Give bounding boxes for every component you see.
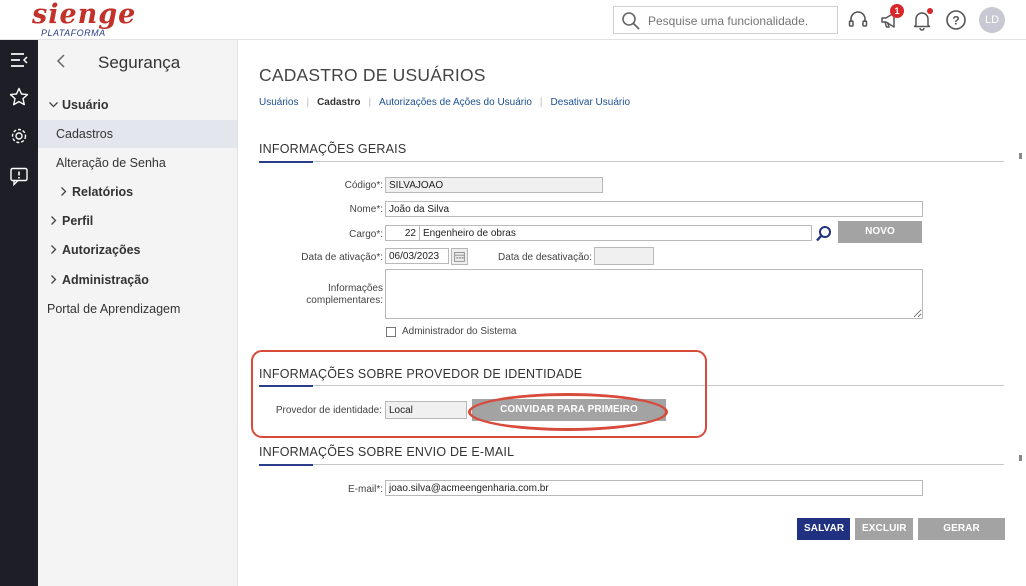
crumb-separator: | (539, 97, 543, 108)
sidebar-item-label: Usuário (62, 98, 109, 112)
sidebar-item-usuario[interactable]: Usuário (48, 94, 109, 116)
back-chevron-icon[interactable] (54, 52, 68, 70)
crumb-separator: | (368, 97, 372, 108)
sidebar-item-label: Perfil (62, 214, 94, 228)
ativacao-label: Data de ativação*: (301, 252, 383, 263)
sidebar-item-relatorios[interactable]: Relatórios (58, 181, 133, 203)
highlight-oval (468, 393, 668, 431)
info-label-line-1: Informações (327, 283, 383, 294)
info-label-line-2: complementares: (306, 295, 383, 306)
crumb-separator: | (306, 97, 310, 108)
email-field[interactable] (385, 480, 923, 496)
cargo-code-field[interactable] (385, 225, 420, 241)
chevron-right-icon (51, 245, 57, 254)
help-icon[interactable]: ? (944, 8, 968, 32)
info-complementares-textarea[interactable] (385, 269, 923, 319)
sidebar-item-label: Portal de Aprendizagem (47, 302, 181, 316)
section-divider (259, 464, 1004, 466)
gear-icon[interactable] (9, 126, 29, 146)
desativacao-label: Data de desativação: (498, 252, 592, 263)
tab-desativar-usuario[interactable]: Desativar Usuário (551, 97, 630, 108)
bell-dot (927, 8, 933, 14)
admin-checkbox[interactable] (386, 327, 396, 337)
user-avatar[interactable]: LD (979, 7, 1005, 33)
sienge-logo[interactable]: sienge PLATAFORMA (32, 0, 135, 38)
page-title: CADASTRO DE USUÁRIOS (259, 65, 486, 85)
nome-field[interactable] (385, 201, 923, 217)
top-bar: sienge PLATAFORMA 1 ? LD (0, 0, 1026, 40)
ativacao-field[interactable] (385, 248, 449, 264)
tab-usuarios[interactable]: Usuários (259, 97, 298, 108)
sidebar-item-administracao[interactable]: Administração (48, 269, 149, 291)
search-box[interactable] (613, 6, 838, 34)
tab-cadastro[interactable]: Cadastro (317, 97, 360, 108)
headset-icon[interactable] (846, 8, 870, 32)
logo-text: sienge (32, 0, 137, 30)
tab-autorizacoes-acoes[interactable]: Autorizações de Ações do Usuário (379, 97, 532, 108)
icon-rail (0, 40, 38, 586)
sidebar-item-label: Relatórios (72, 185, 134, 199)
sidebar-item-alteracao-senha[interactable]: Alteração de Senha (56, 152, 166, 174)
sidebar-item-cadastros[interactable]: Cadastros (56, 123, 113, 145)
notification-badge: 1 (890, 4, 904, 18)
star-icon[interactable] (9, 87, 29, 107)
chevron-right-icon (51, 275, 57, 284)
email-label: E-mail*: (347, 484, 383, 495)
chevron-right-icon (61, 187, 67, 196)
sidebar-item-label: Alteração de Senha (56, 156, 166, 170)
nome-label: Nome*: (349, 204, 383, 215)
section-divider (259, 161, 1004, 163)
search-input[interactable] (648, 12, 833, 30)
breadcrumb: Usuários | Cadastro | Autorizações de Ações … (259, 97, 630, 108)
chevron-right-icon (51, 216, 57, 225)
codigo-label: Código*: (344, 180, 383, 191)
sidebar: Segurança Usuário Cadastros Alteração de… (38, 40, 238, 586)
novo-cargo-button[interactable]: NOVO CARGO (838, 221, 922, 259)
admin-label: Administrador do Sistema (402, 326, 517, 337)
generate-password-button[interactable]: GERAR SENHA (918, 518, 1005, 556)
cargo-name-field[interactable] (419, 225, 812, 241)
section-title-email: INFORMAÇÕES SOBRE ENVIO DE E-MAIL (259, 445, 515, 459)
chevron-down-icon (49, 102, 58, 108)
scroll-marker (1019, 455, 1022, 461)
scroll-marker (1019, 153, 1022, 159)
desativacao-field[interactable] (594, 247, 654, 265)
cargo-label: Cargo*: (349, 229, 383, 240)
sidebar-item-label: Autorizações (62, 243, 141, 257)
menu-collapse-icon[interactable] (9, 50, 29, 70)
sidebar-item-label: Administração (62, 273, 149, 287)
delete-button[interactable]: EXCLUIR (855, 518, 913, 540)
calendar-icon[interactable] (451, 248, 468, 265)
sidebar-item-perfil[interactable]: Perfil (48, 210, 93, 232)
sidebar-title: Segurança (98, 53, 181, 72)
codigo-field[interactable] (385, 177, 603, 193)
sidebar-item-portal-aprendizagem[interactable]: Portal de Aprendizagem (47, 298, 180, 320)
sidebar-item-label: Cadastros (56, 127, 113, 141)
search-icon (622, 12, 640, 30)
chat-icon[interactable] (9, 166, 29, 186)
logo-subtitle: PLATAFORMA (41, 28, 106, 38)
sidebar-item-autorizacoes[interactable]: Autorizações (48, 239, 141, 261)
svg-text:?: ? (952, 14, 959, 28)
search-cargo-icon[interactable] (815, 225, 833, 243)
save-button[interactable]: SALVAR (797, 518, 850, 540)
main-content: CADASTRO DE USUÁRIOS Usuários | Cadastro | A… (239, 40, 1026, 586)
section-title-general: INFORMAÇÕES GERAIS (259, 142, 407, 156)
info-complementares-label: Informações complementares: (279, 283, 383, 307)
